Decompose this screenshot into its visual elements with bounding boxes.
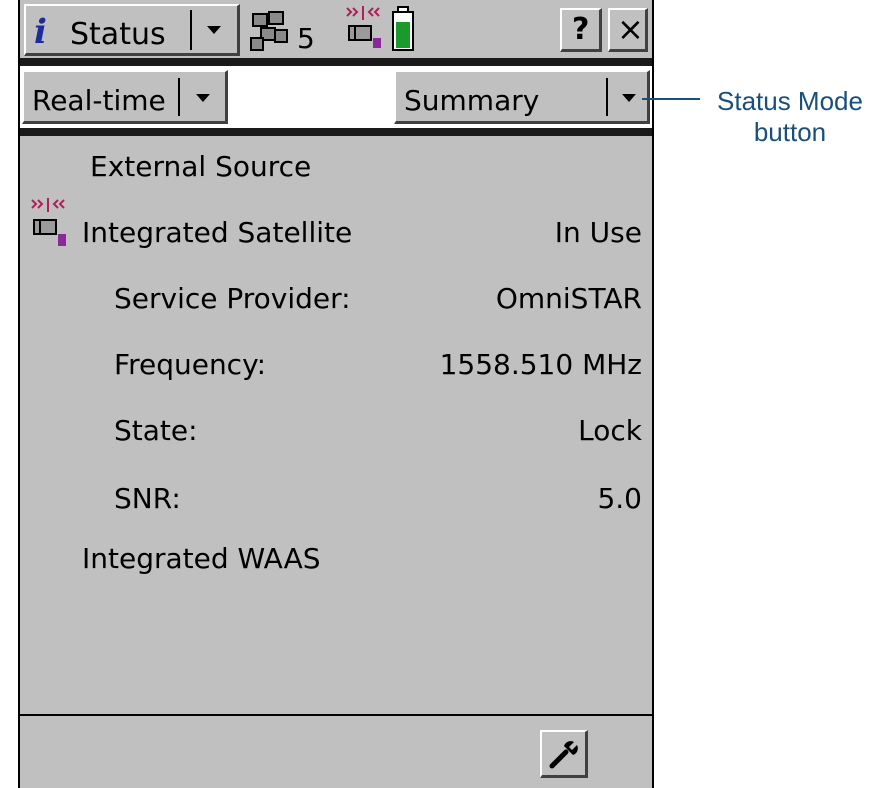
radio-receiver-icon: [31, 198, 66, 246]
service-provider-value: OmniSTAR: [495, 282, 642, 315]
separator: [190, 10, 192, 50]
status-label: Status: [70, 17, 166, 52]
close-button[interactable]: ×: [608, 8, 648, 52]
close-icon: ×: [617, 10, 644, 48]
title-divider: [20, 58, 652, 66]
status-icons-area: 5: [245, 4, 557, 56]
footer-bar: [20, 716, 652, 788]
state-value: Lock: [578, 414, 642, 447]
integrated-satellite-status: In Use: [554, 216, 642, 249]
status-mode-button[interactable]: Summary: [394, 70, 650, 124]
integrated-waas-label[interactable]: Integrated WAAS: [82, 542, 321, 575]
help-button[interactable]: ?: [560, 8, 602, 52]
callout-line: [642, 98, 700, 100]
callout-line1: Status Mode: [717, 86, 863, 116]
realtime-dropdown[interactable]: Real-time: [22, 70, 228, 124]
separator: [178, 78, 180, 116]
frequency-label: Frequency:: [114, 348, 267, 381]
callout-label: Status Mode button: [700, 86, 880, 148]
settings-button[interactable]: [540, 730, 588, 778]
dropdown-arrow-icon: [622, 94, 636, 102]
help-icon: ?: [572, 12, 590, 47]
realtime-label: Real-time: [32, 84, 166, 117]
status-content: External Source Integrated Satellite In …: [20, 136, 652, 714]
snr-value: 5.0: [597, 482, 642, 515]
summary-label: Summary: [404, 84, 540, 117]
dropdown-arrow-icon: [196, 94, 210, 102]
frequency-value: 1558.510 MHz: [439, 348, 642, 381]
snr-label: SNR:: [114, 482, 181, 515]
separator: [606, 78, 608, 116]
battery-icon[interactable]: [391, 6, 415, 52]
wrench-icon: [549, 741, 578, 769]
dropdown-arrow-icon[interactable]: [207, 26, 221, 34]
satellite-count: 5: [297, 22, 315, 55]
service-provider-label: Service Provider:: [114, 282, 351, 315]
title-bar: i Status 5 ? ×: [20, 0, 652, 58]
radio-receiver-icon[interactable]: [341, 4, 385, 50]
integrated-satellite-label[interactable]: Integrated Satellite: [82, 216, 352, 249]
external-source-label[interactable]: External Source: [90, 150, 311, 183]
mode-bar: Real-time Summary: [20, 66, 652, 128]
callout-line2: button: [753, 117, 827, 147]
info-icon: i: [34, 12, 47, 52]
device-screen: i Status 5 ? × Real-time Summary Externa…: [18, 0, 654, 788]
bar-divider: [20, 128, 652, 136]
state-label: State:: [114, 414, 198, 447]
status-menu-button[interactable]: i Status: [24, 4, 240, 56]
satellites-icon[interactable]: [247, 10, 293, 54]
